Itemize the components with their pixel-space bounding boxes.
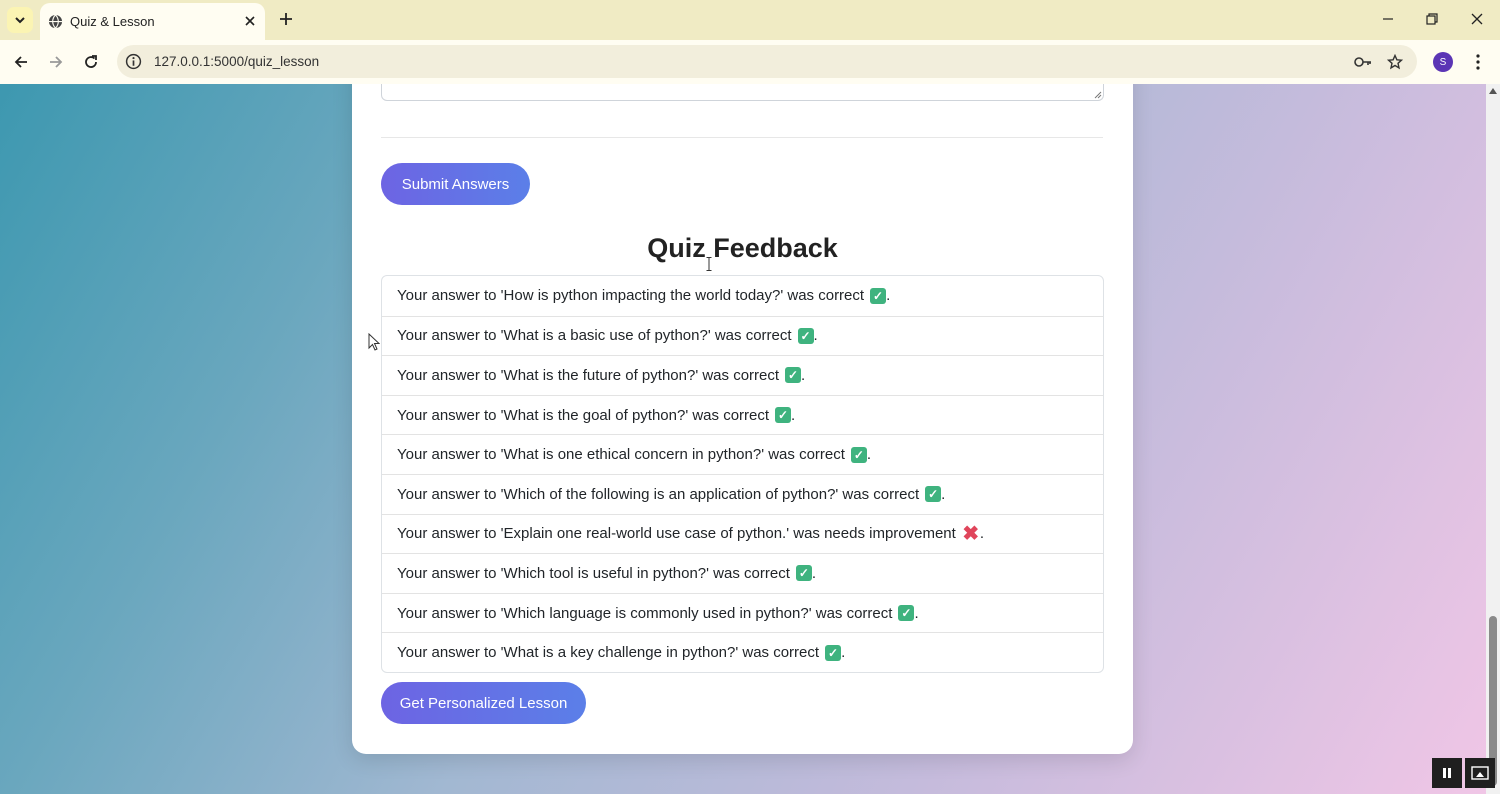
check-mark-icon: ✓ bbox=[795, 565, 812, 582]
globe-icon bbox=[48, 14, 63, 29]
check-mark-icon: ✓ bbox=[850, 446, 867, 463]
mouse-pointer-icon bbox=[368, 333, 380, 351]
feedback-item: Your answer to 'What is a key challenge … bbox=[382, 632, 1103, 672]
period-text: . bbox=[941, 485, 946, 503]
check-mark-icon: ✓ bbox=[797, 327, 814, 344]
section-divider bbox=[381, 137, 1103, 138]
tab-close-button[interactable] bbox=[240, 11, 260, 31]
reload-icon bbox=[85, 55, 97, 68]
feedback-text: Your answer to 'What is the future of py… bbox=[397, 366, 780, 384]
feedback-text: Your answer to 'Which tool is useful in … bbox=[397, 564, 790, 582]
chevron-down-icon bbox=[15, 17, 25, 24]
arrow-left-icon bbox=[14, 56, 27, 68]
feedback-text: Your answer to 'Explain one real-world u… bbox=[397, 525, 956, 543]
forward-button[interactable] bbox=[44, 50, 68, 74]
restore-button[interactable] bbox=[1420, 8, 1444, 30]
picture-in-picture-icon bbox=[1471, 766, 1489, 780]
profile-avatar[interactable]: S bbox=[1433, 52, 1453, 72]
feedback-list: Your answer to 'How is python impacting … bbox=[381, 275, 1104, 673]
restore-icon bbox=[1426, 13, 1438, 25]
feedback-text: Your answer to 'What is a basic use of p… bbox=[397, 327, 792, 345]
cross-mark-icon: ✖ bbox=[962, 522, 980, 545]
plus-icon bbox=[280, 13, 292, 25]
browser-toolbar: 127.0.0.1:5000/quiz_lesson S bbox=[0, 40, 1500, 84]
resize-handle-icon[interactable] bbox=[1094, 91, 1102, 99]
feedback-text: Your answer to 'What is the goal of pyth… bbox=[397, 406, 770, 424]
scroll-up-arrow-icon[interactable] bbox=[1489, 88, 1497, 94]
address-bar[interactable]: 127.0.0.1:5000/quiz_lesson bbox=[117, 45, 1417, 78]
get-personalized-lesson-button[interactable]: Get Personalized Lesson bbox=[381, 682, 586, 724]
check-mark-icon: ✓ bbox=[870, 287, 887, 304]
period-text: . bbox=[886, 287, 891, 305]
page-scrollbar[interactable] bbox=[1486, 84, 1500, 794]
bookmark-button[interactable] bbox=[1385, 52, 1405, 72]
check-mark-icon: ✓ bbox=[775, 407, 792, 424]
minimize-button[interactable] bbox=[1376, 8, 1400, 30]
period-text: . bbox=[866, 446, 872, 464]
feedback-item: Your answer to 'Which language is common… bbox=[382, 592, 1103, 633]
period-text: . bbox=[979, 525, 984, 543]
period-text: . bbox=[841, 644, 846, 662]
period-text: . bbox=[801, 366, 806, 384]
period-text: . bbox=[914, 604, 919, 622]
period-text: . bbox=[813, 327, 818, 345]
feedback-text: Your answer to 'How is python impacting … bbox=[397, 287, 865, 305]
back-button[interactable] bbox=[9, 50, 33, 74]
check-mark-icon: ✓ bbox=[785, 367, 802, 384]
star-icon bbox=[1387, 54, 1403, 70]
browser-menu-button[interactable] bbox=[1468, 50, 1488, 74]
feedback-text: Your answer to 'What is a key challenge … bbox=[397, 644, 820, 662]
minimize-icon bbox=[1383, 18, 1393, 20]
feedback-item: Your answer to 'Which of the following i… bbox=[382, 473, 1103, 514]
check-mark-icon: ✓ bbox=[925, 486, 942, 503]
feedback-item: Your answer to 'How is python impacting … bbox=[382, 276, 1103, 316]
tab-search-button[interactable] bbox=[7, 7, 33, 33]
info-icon[interactable] bbox=[125, 53, 142, 70]
answer-textarea[interactable] bbox=[381, 84, 1104, 101]
period-text: . bbox=[791, 406, 796, 424]
text-cursor-icon bbox=[706, 257, 712, 271]
password-key-button[interactable] bbox=[1353, 52, 1373, 72]
quiz-card: Submit Answers Quiz Feedback Your answer… bbox=[352, 84, 1133, 754]
period-text: . bbox=[811, 564, 817, 582]
feedback-text: Your answer to 'Which language is common… bbox=[397, 604, 893, 622]
feedback-item: Your answer to 'What is a basic use of p… bbox=[382, 315, 1103, 356]
new-tab-button[interactable] bbox=[275, 8, 297, 30]
feedback-text: Your answer to 'What is one ethical conc… bbox=[397, 446, 845, 464]
check-mark-icon: ✓ bbox=[898, 605, 915, 622]
arrow-right-icon bbox=[50, 56, 63, 68]
close-icon bbox=[1471, 13, 1483, 25]
key-icon bbox=[1354, 57, 1371, 67]
feedback-item: Your answer to 'What is the future of py… bbox=[382, 355, 1103, 395]
picture-in-picture-button[interactable] bbox=[1465, 758, 1495, 788]
feedback-item: Your answer to 'Which tool is useful in … bbox=[382, 553, 1103, 593]
pause-icon bbox=[1443, 768, 1451, 778]
feedback-text: Your answer to 'Which of the following i… bbox=[397, 485, 920, 503]
feedback-item: Your answer to 'What is one ethical conc… bbox=[382, 434, 1103, 474]
window-close-button[interactable] bbox=[1465, 8, 1489, 30]
check-mark-icon: ✓ bbox=[825, 644, 842, 661]
pause-button[interactable] bbox=[1432, 758, 1462, 788]
active-tab[interactable]: Quiz & Lesson bbox=[40, 3, 265, 40]
more-vertical-icon bbox=[1476, 54, 1480, 70]
close-icon bbox=[245, 16, 255, 26]
reload-button[interactable] bbox=[79, 50, 103, 74]
feedback-title: Quiz Feedback bbox=[647, 233, 838, 263]
tab-strip: Quiz & Lesson bbox=[0, 0, 1500, 40]
tab-title: Quiz & Lesson bbox=[70, 14, 155, 29]
page-viewport: Submit Answers Quiz Feedback Your answer… bbox=[0, 84, 1486, 794]
feedback-item: Your answer to 'What is the goal of pyth… bbox=[382, 394, 1103, 435]
feedback-item: Your answer to 'Explain one real-world u… bbox=[382, 513, 1103, 554]
url-text[interactable]: 127.0.0.1:5000/quiz_lesson bbox=[154, 54, 319, 69]
submit-answers-button[interactable]: Submit Answers bbox=[381, 163, 530, 205]
